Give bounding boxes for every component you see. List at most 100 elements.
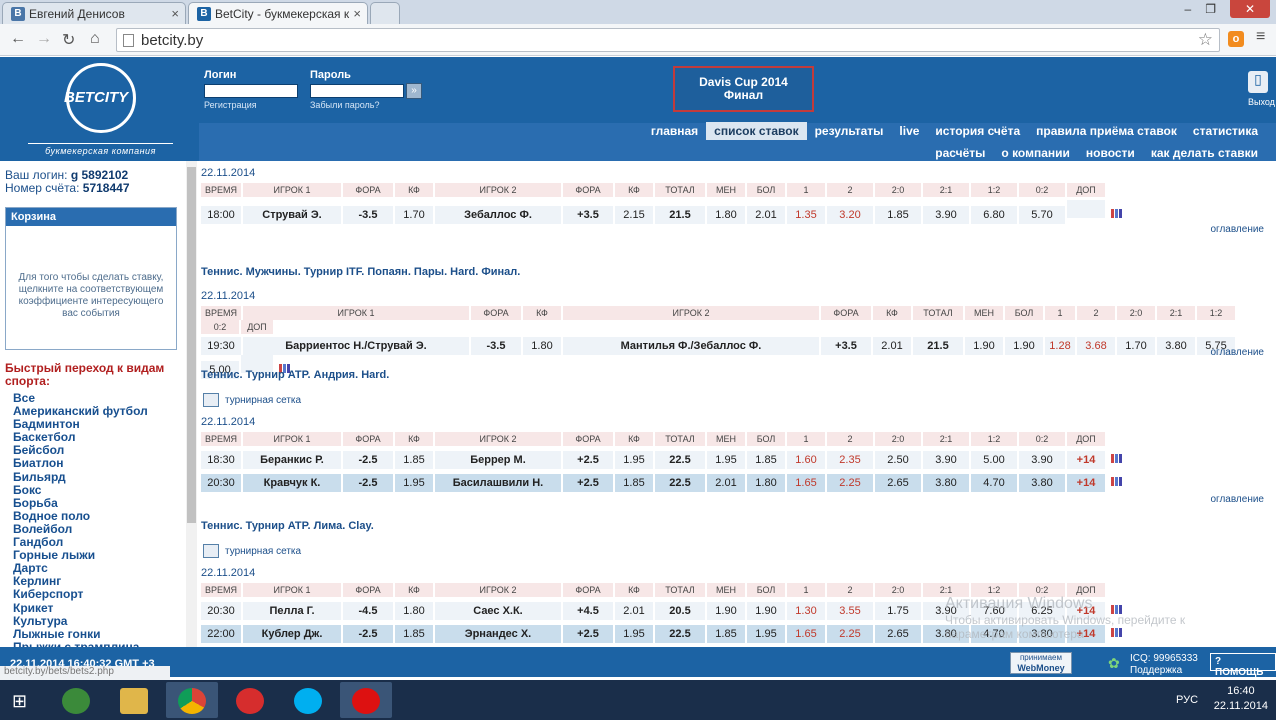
odds-cell[interactable]: 1.30 <box>787 602 827 620</box>
menu-bets-list[interactable]: список ставок <box>706 122 807 140</box>
register-link[interactable]: Регистрация <box>204 100 257 110</box>
home-icon[interactable]: ⌂ <box>90 30 100 48</box>
odds-cell[interactable]: 1.85 <box>395 625 435 643</box>
odds-cell[interactable]: 1.60 <box>787 451 827 469</box>
odds-cell[interactable]: +2.5 <box>563 474 615 492</box>
odds-cell[interactable]: 1.80 <box>707 206 747 224</box>
menu-calculations[interactable]: расчёты <box>927 144 993 162</box>
odds-cell[interactable]: 1.85 <box>747 451 787 469</box>
odds-cell[interactable]: 1.95 <box>747 625 787 643</box>
menu-rules[interactable]: правила приёма ставок <box>1028 122 1185 140</box>
odds-cell[interactable]: 1.90 <box>707 602 747 620</box>
taskbar-app-1[interactable] <box>50 682 102 718</box>
star-icon[interactable]: ☆ <box>1198 30 1213 50</box>
menu-score-history[interactable]: история счёта <box>927 122 1028 140</box>
odds-cell[interactable]: 1.35 <box>787 206 827 224</box>
odds-cell[interactable]: +2.5 <box>563 625 615 643</box>
new-tab-button[interactable] <box>370 2 400 24</box>
odds-cell[interactable]: 1.28 <box>1045 337 1077 355</box>
odds-cell[interactable]: 1.95 <box>615 625 655 643</box>
password-input[interactable] <box>310 84 404 98</box>
odds-cell[interactable]: +14 <box>1067 474 1107 492</box>
odds-cell[interactable]: 1.85 <box>875 206 923 224</box>
odds-cell[interactable]: 3.80 <box>1157 337 1197 355</box>
webmoney-badge[interactable]: принимаем WebMoney <box>1010 652 1072 674</box>
odds-cell[interactable]: 2.65 <box>875 474 923 492</box>
icq-support[interactable]: ICQ: 99965333 Поддержка <box>1130 653 1198 677</box>
odds-cell[interactable]: 2.01 <box>747 206 787 224</box>
betcity-logo[interactable]: BETCITY букмекерская компания <box>28 63 173 157</box>
menu-about[interactable]: о компании <box>993 144 1077 162</box>
stats-icon[interactable] <box>1107 449 1129 467</box>
taskbar-recorder[interactable] <box>340 682 392 718</box>
odds-cell[interactable]: 3.90 <box>923 451 971 469</box>
odds-cell[interactable]: 2.65 <box>875 625 923 643</box>
menu-home[interactable]: главная <box>643 122 706 140</box>
close-icon[interactable]: × <box>171 6 179 21</box>
odds-cell[interactable]: 1.80 <box>747 474 787 492</box>
odds-cell[interactable]: 1.80 <box>395 602 435 620</box>
odds-cell[interactable]: +3.5 <box>821 337 873 355</box>
odnoklassniki-icon[interactable]: о <box>1228 31 1244 47</box>
odds-cell[interactable]: 2.01 <box>615 602 655 620</box>
odds-cell[interactable]: 3.80 <box>923 474 971 492</box>
close-icon[interactable]: × <box>353 6 361 21</box>
odds-cell[interactable]: 3.55 <box>827 602 875 620</box>
odds-cell[interactable]: 1.95 <box>395 474 435 492</box>
bracket-link[interactable]: турнирная сетка <box>225 395 301 406</box>
odds-cell[interactable]: -3.5 <box>343 206 395 224</box>
sport-link[interactable]: Бильярд <box>13 470 148 484</box>
taskbar-skype[interactable] <box>282 682 334 718</box>
odds-cell[interactable]: 22.5 <box>655 625 707 643</box>
odds-cell[interactable]: +2.5 <box>563 451 615 469</box>
contents-link[interactable]: оглавление <box>1210 224 1264 235</box>
odds-cell[interactable]: 1.65 <box>787 474 827 492</box>
stats-icon[interactable] <box>1107 204 1129 222</box>
promo-banner[interactable]: Davis Cup 2014 Финал <box>673 66 814 112</box>
menu-statistics[interactable]: статистика <box>1185 122 1266 140</box>
odds-cell[interactable]: 3.80 <box>1019 474 1067 492</box>
odds-cell[interactable]: 1.90 <box>1005 337 1045 355</box>
url-input[interactable]: betcity.by ☆ <box>116 28 1220 52</box>
start-button[interactable]: ⊞ <box>0 682 46 718</box>
sport-link[interactable]: Лыжные гонки <box>13 627 148 641</box>
odds-cell[interactable]: 6.80 <box>971 206 1019 224</box>
close-window-icon[interactable]: ✕ <box>1230 0 1270 18</box>
sport-link[interactable]: Крикет <box>13 601 148 615</box>
exit-icon[interactable]: ▯ <box>1248 71 1268 93</box>
odds-cell[interactable]: 1.95 <box>615 451 655 469</box>
login-submit-button[interactable]: » <box>406 83 422 99</box>
sport-link[interactable]: Бокс <box>13 483 148 497</box>
odds-cell[interactable]: +14 <box>1067 451 1107 469</box>
menu-live[interactable]: live <box>891 122 927 140</box>
exit-label[interactable]: Выход <box>1248 97 1275 107</box>
forward-icon[interactable]: → <box>36 30 52 48</box>
odds-cell[interactable]: 1.85 <box>707 625 747 643</box>
login-input[interactable] <box>204 84 298 98</box>
odds-cell[interactable]: 1.95 <box>707 451 747 469</box>
odds-cell[interactable]: 1.85 <box>615 474 655 492</box>
menu-results[interactable]: результаты <box>807 122 892 140</box>
odds-cell[interactable]: 3.90 <box>923 206 971 224</box>
odds-cell[interactable]: 3.90 <box>1019 451 1067 469</box>
back-icon[interactable]: ← <box>10 30 26 48</box>
sidebar-scrollbar[interactable] <box>186 161 197 647</box>
menu-icon[interactable]: ≡ <box>1256 28 1265 46</box>
sport-link[interactable]: Культура <box>13 614 148 628</box>
sport-link[interactable]: Киберспорт <box>13 588 148 601</box>
input-language[interactable]: РУС <box>1176 694 1198 706</box>
contents-link[interactable]: оглавление <box>1210 494 1264 505</box>
odds-cell[interactable]: 1.65 <box>787 625 827 643</box>
odds-cell[interactable]: 2.50 <box>875 451 923 469</box>
bracket-icon[interactable] <box>203 393 219 407</box>
odds-cell[interactable]: 2.35 <box>827 451 875 469</box>
odds-cell[interactable]: 1.90 <box>965 337 1005 355</box>
odds-cell[interactable]: 2.01 <box>707 474 747 492</box>
odds-cell[interactable]: 3.20 <box>827 206 875 224</box>
sport-link[interactable]: Водное поло <box>13 509 148 523</box>
odds-cell[interactable]: 22.5 <box>655 451 707 469</box>
tab-betcity[interactable]: B BetCity - букмекерская к × <box>188 2 368 24</box>
odds-cell[interactable]: 1.70 <box>395 206 435 224</box>
maximize-icon[interactable]: ❐ <box>1205 2 1216 18</box>
odds-cell[interactable]: 3.68 <box>1077 337 1117 355</box>
